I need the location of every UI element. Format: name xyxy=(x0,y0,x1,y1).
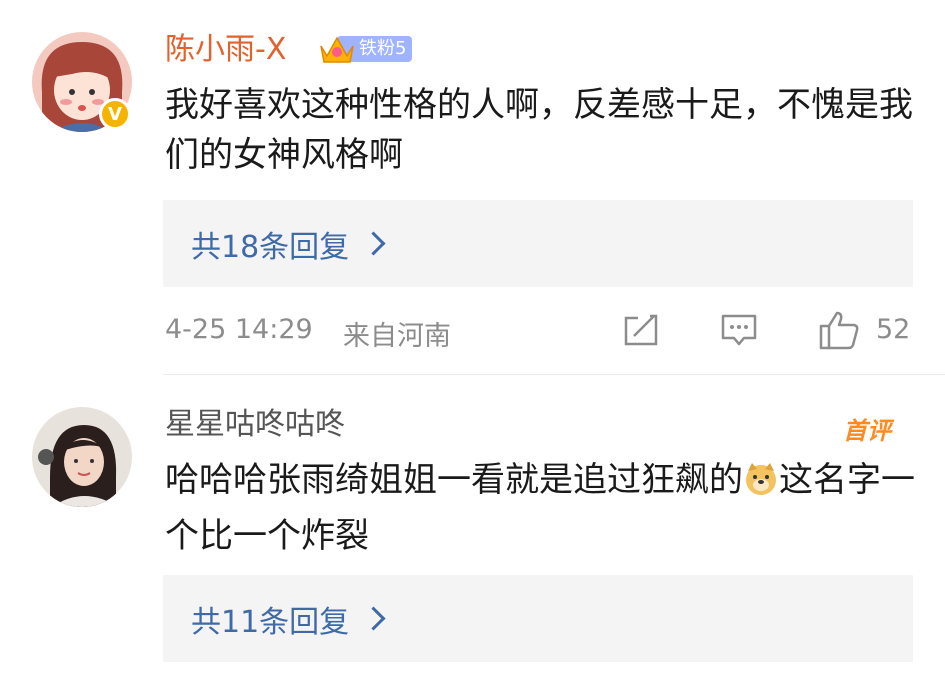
fan-level-badge: 铁粉5 xyxy=(317,34,413,64)
like-count: 52 xyxy=(876,314,911,345)
replies-link[interactable]: 共11条回复 xyxy=(163,575,913,662)
comment-text: 我好喜欢这种性格的人啊，反差感十足，不愧是我们的女神风格啊 xyxy=(165,85,913,175)
avatar-photo-icon xyxy=(32,407,132,507)
comment-text-part: 哈哈哈张雨绮姐姐一看就是追过狂飙的 xyxy=(165,460,743,500)
timestamp: 4-25 14:29 xyxy=(165,314,313,345)
replies-count: 共18条回复 xyxy=(191,229,350,265)
comment-text: 哈哈哈张雨绮姐姐一看就是追过狂飙的 这名字一个比一个炸裂 xyxy=(165,455,925,561)
avatar[interactable] xyxy=(32,407,132,507)
verified-badge-icon: V xyxy=(99,98,131,130)
location: 来自河南 xyxy=(343,321,451,352)
replies-count: 共11条回复 xyxy=(191,604,350,640)
comment-item: V 陈小雨-X 铁粉5 我好喜欢这种性格的人啊，反差感十足，不愧是我们的女神风格… xyxy=(0,0,945,374)
comment-icon[interactable] xyxy=(720,312,758,350)
username[interactable]: 陈小雨-X xyxy=(165,32,286,68)
first-comment-tag: 首评 xyxy=(843,417,891,445)
crown-icon xyxy=(320,36,354,63)
share-icon[interactable] xyxy=(622,312,660,348)
comment-item: 星星咕咚咕咚 首评 哈哈哈张雨绮姐姐一看就是追过狂飙的 这名字一个比一个炸裂 共1… xyxy=(0,375,945,684)
chevron-right-icon xyxy=(361,606,386,631)
like-icon[interactable] xyxy=(818,310,860,350)
chevron-right-icon xyxy=(361,231,386,256)
replies-link[interactable]: 共18条回复 xyxy=(163,200,913,287)
doge-emoji-icon xyxy=(743,461,779,511)
username[interactable]: 星星咕咚咕咚 xyxy=(165,407,345,443)
